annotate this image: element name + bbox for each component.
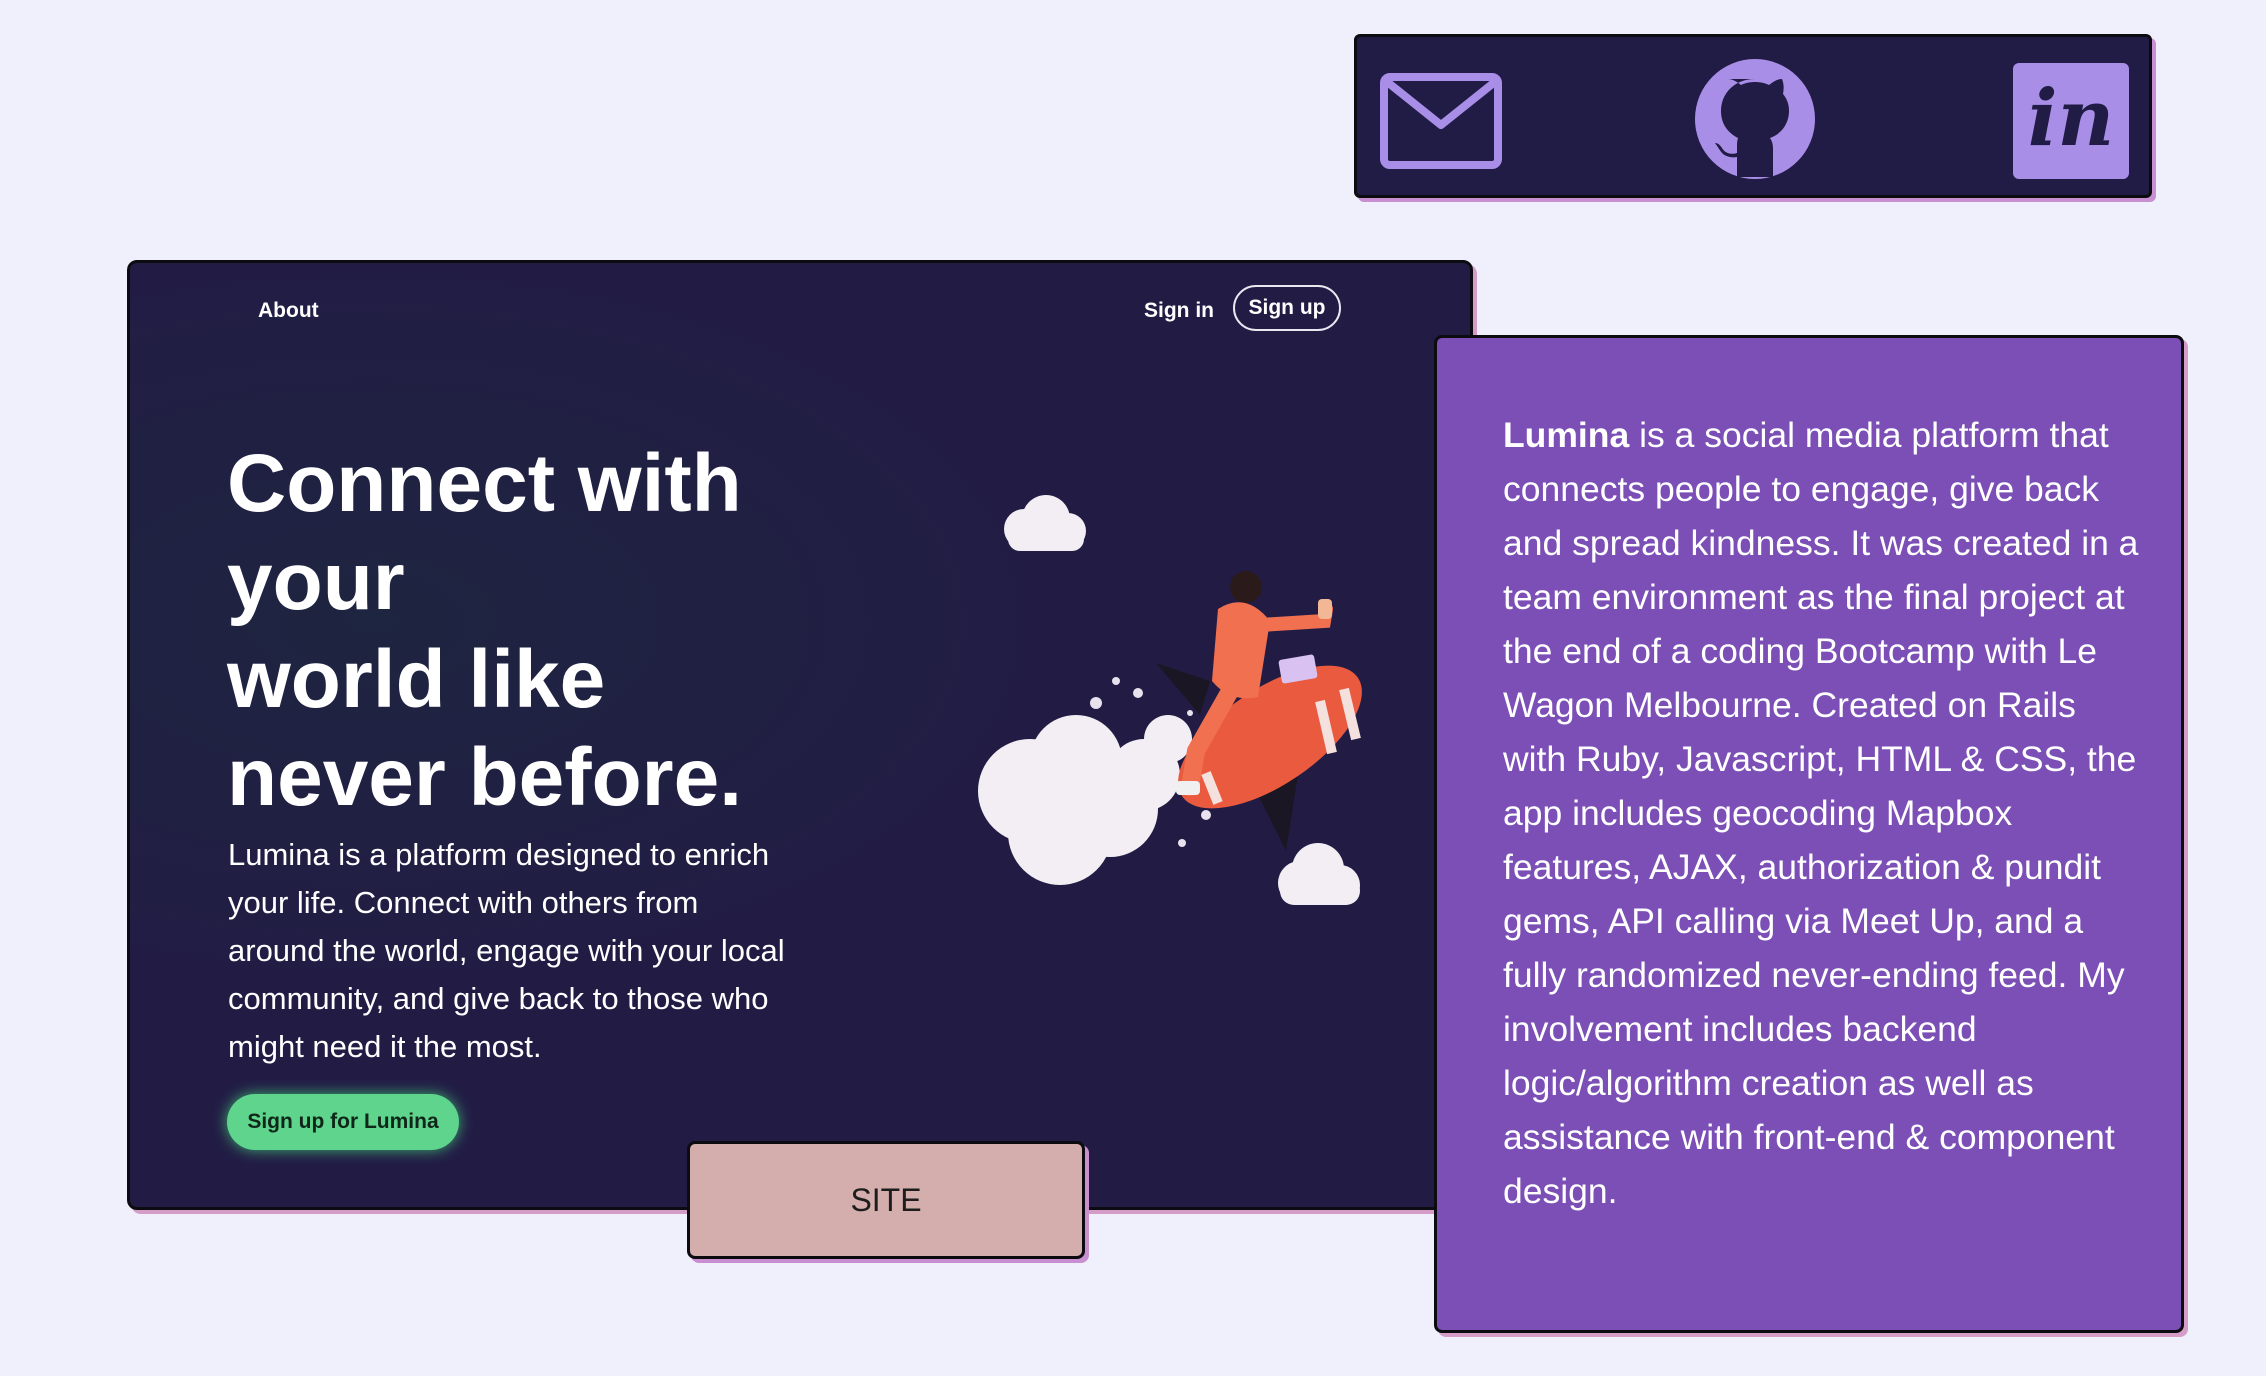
description-text: is a social media platform that connects… xyxy=(1503,415,2139,1211)
site-button[interactable]: SITE xyxy=(687,1141,1085,1259)
project-preview: About Sign in Sign up Connect with your … xyxy=(127,260,1473,1210)
hero-title: Connect with your world like never befor… xyxy=(227,435,787,827)
social-links-bar: in xyxy=(1354,34,2152,198)
hero-title-line: never before. xyxy=(227,732,742,823)
nav-about-link[interactable]: About xyxy=(258,299,319,323)
hero-title-line: world like xyxy=(227,634,606,725)
hero-description: Lumina is a platform designed to enrich … xyxy=(228,837,785,1064)
github-icon[interactable] xyxy=(1693,57,1817,186)
mail-icon[interactable] xyxy=(1380,73,1502,174)
rocket-illustration xyxy=(978,495,1362,905)
hero-title-line: Connect with xyxy=(227,438,742,529)
project-description: Lumina is a social media platform that c… xyxy=(1503,408,2143,1218)
nav-sign-in-link[interactable]: Sign in xyxy=(1144,299,1214,323)
svg-text:in: in xyxy=(2028,73,2114,164)
invision-icon[interactable]: in xyxy=(2013,63,2129,184)
brand-name: Lumina xyxy=(1503,415,1630,455)
nav-sign-up-button[interactable]: Sign up xyxy=(1233,285,1341,331)
hero-title-line: your xyxy=(227,536,405,627)
signup-cta-button[interactable]: Sign up for Lumina xyxy=(227,1094,459,1150)
project-description-card: Lumina is a social media platform that c… xyxy=(1434,335,2184,1333)
